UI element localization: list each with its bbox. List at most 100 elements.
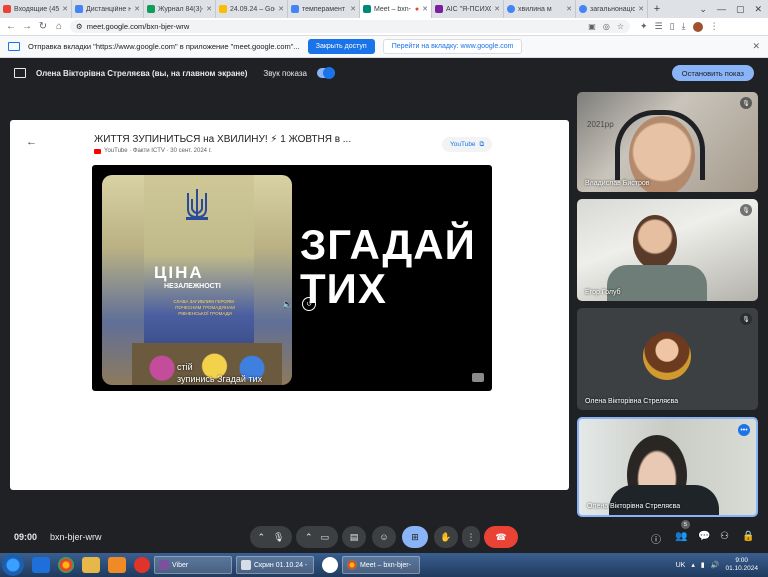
screen-share-icon (8, 42, 20, 51)
close-tab-icon[interactable]: ✕ (206, 5, 212, 13)
meeting-info-icon[interactable]: ⓘ (651, 531, 661, 546)
present-button[interactable]: ⊞ (402, 526, 428, 548)
chevron-up-icon[interactable]: ⌃ (258, 532, 266, 543)
camera-button[interactable]: ⌃ ▭ (296, 526, 338, 548)
browser-tab[interactable]: темперамент ✕ (288, 0, 360, 18)
ais-icon (435, 5, 443, 13)
reading-list-icon[interactable]: ☰ (655, 21, 663, 32)
close-tab-icon[interactable]: ✕ (134, 5, 140, 13)
chat-icon[interactable]: 💬 (698, 531, 710, 542)
chevron-up-icon[interactable]: ⌃ (305, 532, 313, 543)
trident-icon (186, 189, 208, 220)
new-tab-icon[interactable]: + (648, 0, 666, 18)
forward-icon[interactable]: → (22, 21, 32, 32)
video-player[interactable]: ЦІНА НЕЗАЛЕЖНОСТІ СЛАВА ЗАГИБЛИМ ГЕРОЯМ … (92, 165, 492, 391)
participant-avatar (643, 332, 691, 380)
back-icon[interactable]: ← (6, 21, 16, 32)
close-access-button[interactable]: Закрыть доступ (307, 39, 375, 54)
taskbar-clock[interactable]: 9:00 01.10.2024 (725, 557, 758, 573)
taskbar-item-viber[interactable]: Viber (154, 556, 232, 574)
captions-icon[interactable] (472, 373, 484, 382)
tray-arrow-icon[interactable]: ▴ (691, 561, 695, 569)
network-icon[interactable]: ▮ (701, 561, 705, 569)
browser-tab[interactable]: АІС "Я-ПСИХОЛ✕ (432, 0, 504, 18)
close-tab-icon[interactable]: ✕ (566, 5, 572, 13)
meeting-time: 09:00 (14, 532, 38, 542)
downloads-icon[interactable]: ⤓ (682, 21, 686, 32)
start-button[interactable] (2, 554, 24, 576)
people-icon[interactable]: 👥 (675, 531, 687, 542)
close-window-icon[interactable]: ✕ (754, 4, 762, 15)
site-info-icon[interactable]: ⚙ (76, 22, 83, 31)
side-panel-icon[interactable]: ▯ (670, 21, 675, 32)
participant-tile[interactable]: 2021рр 🎙 Владислав Бистров (577, 92, 758, 192)
close-tab-icon[interactable]: ✕ (278, 5, 284, 13)
taskbar-item-meet[interactable]: Meet – bxn-bjer- (342, 556, 420, 574)
home-icon[interactable]: ⌂ (54, 21, 64, 32)
activities-icon[interactable]: ⚇ (720, 531, 729, 542)
mic-button[interactable]: ⌃ 🎙 (250, 526, 292, 548)
system-tray: UK ▴ ▮ 🔊 9:00 01.10.2024 (676, 557, 768, 573)
close-tab-icon[interactable]: ✕ (494, 5, 500, 13)
camera-indicator-icon[interactable]: ▣ (588, 22, 596, 31)
reactions-button[interactable]: ☺ (372, 526, 396, 548)
participant-tile[interactable]: 🎙 Олена Вікторівна Стреляєва (577, 308, 758, 410)
menu-icon[interactable]: ⋮ (710, 21, 719, 32)
captions-button[interactable]: ▤ (342, 526, 366, 548)
ie-icon[interactable] (32, 557, 50, 573)
folder-icon[interactable] (82, 557, 100, 573)
minimize-icon[interactable]: — (717, 4, 726, 14)
close-tab-icon[interactable]: ✕ (62, 5, 68, 13)
browser-tab[interactable]: загальнонаціон ✕ (576, 0, 648, 18)
presenter-label: Олена Вікторівна Стреляєва (вы, на главн… (36, 68, 248, 78)
google-icon (579, 5, 587, 13)
media-player-icon[interactable] (108, 557, 126, 573)
go-to-tab-button[interactable]: Перейти на вкладку: www.google.com (382, 39, 523, 54)
url-field[interactable]: ⚙ meet.google.com/bxn-bjer-wrw ▣ ◎ ☆ (70, 20, 630, 33)
chrome-icon[interactable] (58, 557, 74, 573)
chrome-icon (347, 560, 357, 570)
close-icon[interactable]: ✕ (752, 41, 760, 52)
hand-icon: ✋ (440, 531, 452, 542)
language-indicator[interactable]: UK (676, 562, 686, 569)
youtube-logo-icon (94, 148, 101, 154)
back-arrow-icon[interactable]: ← (26, 136, 37, 148)
profile-avatar[interactable] (692, 21, 703, 32)
host-controls-icon[interactable]: 🔒 (742, 531, 754, 542)
bookmark-star-icon[interactable]: ☆ (617, 22, 624, 31)
browser-tab[interactable]: хвилина м ✕ (504, 0, 576, 18)
translate-icon[interactable]: ◎ (603, 22, 610, 31)
video-title[interactable]: ЖИТТЯ ЗУПИНИТЬСЯ на ХВИЛИНУ! ⚡ 1 ЖОВТНЯ … (94, 134, 354, 145)
close-tab-icon[interactable]: ✕ (422, 5, 428, 13)
more-options-button[interactable]: ⋮ (462, 526, 480, 548)
browser-tab[interactable]: Входящие (457)✕ (0, 0, 72, 18)
open-youtube-button[interactable]: YouTube ⧉ (442, 137, 493, 152)
share-audio-toggle[interactable] (316, 67, 335, 79)
participant-tile[interactable]: 🎙 Егор Голуб (577, 199, 758, 301)
browser-tab[interactable]: 24.09.24 – Goog✕ (216, 0, 288, 18)
volume-icon[interactable]: 🔈 (282, 299, 293, 310)
browser-tab[interactable]: Дистанційне нав✕ (72, 0, 144, 18)
browser-tab-active[interactable]: Meet – bxn- ● ✕ (360, 0, 432, 18)
browser-tab[interactable]: Журнал 84(3)-1 ✕ (144, 0, 216, 18)
tab-search-icon[interactable]: ⌄ (699, 4, 707, 15)
leave-call-button[interactable]: ☎ (484, 526, 518, 548)
stop-presenting-button[interactable]: Остановить показ (671, 65, 754, 81)
raise-hand-button[interactable]: ✋ (434, 526, 458, 548)
yandex-icon[interactable] (134, 557, 150, 573)
close-tab-icon[interactable]: ✕ (638, 5, 644, 13)
player-control-icon[interactable]: ↺ (302, 297, 316, 311)
maximize-icon[interactable]: ▢ (736, 4, 745, 15)
classroom-icon (75, 5, 83, 13)
volume-icon[interactable]: 🔊 (711, 561, 720, 569)
docs-icon (291, 5, 299, 13)
extensions-icon[interactable]: ✦ (640, 21, 648, 32)
taskbar-item-screenshot[interactable]: Скрин 01.10.24 - (236, 556, 314, 574)
more-options-icon[interactable]: ••• (738, 424, 750, 436)
yandex-browser-icon[interactable] (322, 557, 338, 573)
participant-body (607, 265, 707, 301)
participant-tile-self[interactable]: ••• Олена Вікторівна Стреляєва (577, 417, 758, 517)
reload-icon[interactable]: ↻ (38, 21, 48, 32)
close-tab-icon[interactable]: ✕ (350, 5, 356, 13)
gmail-icon (3, 5, 11, 13)
